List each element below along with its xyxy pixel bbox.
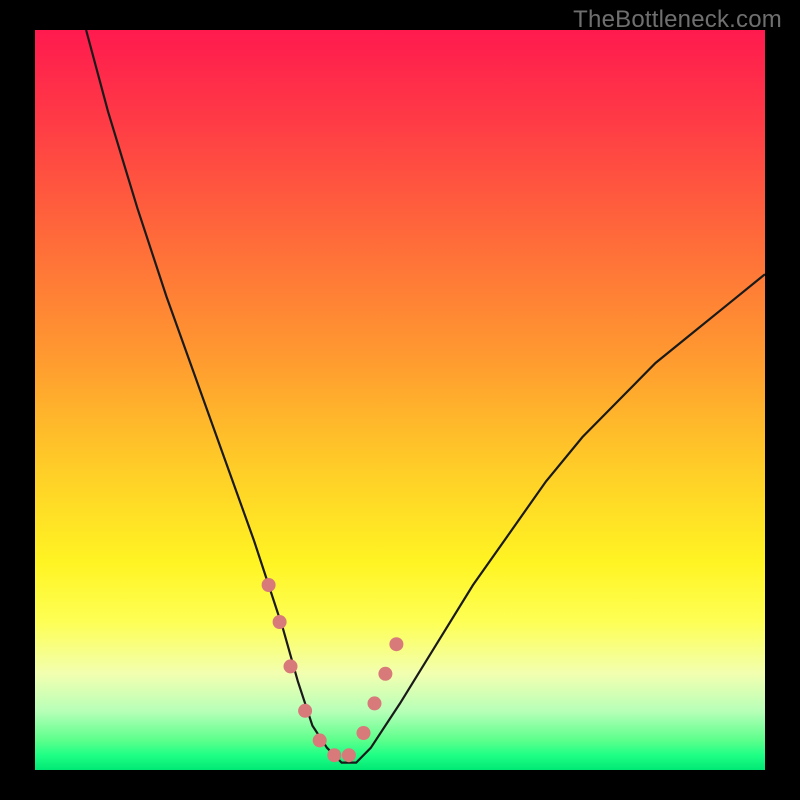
curve-marker	[313, 733, 327, 747]
curve-marker	[327, 748, 341, 762]
curve-marker	[368, 696, 382, 710]
curve-marker	[273, 615, 287, 629]
curve-marker	[342, 748, 356, 762]
curve-markers	[262, 578, 404, 762]
curve-marker	[262, 578, 276, 592]
plot-area	[35, 30, 765, 770]
curve-marker	[389, 637, 403, 651]
curve-marker	[378, 667, 392, 681]
curve-marker	[298, 704, 312, 718]
chart-frame: TheBottleneck.com	[0, 0, 800, 800]
curve-marker	[284, 659, 298, 673]
curve-line	[86, 30, 765, 763]
curve-marker	[357, 726, 371, 740]
bottleneck-curve	[35, 30, 765, 770]
